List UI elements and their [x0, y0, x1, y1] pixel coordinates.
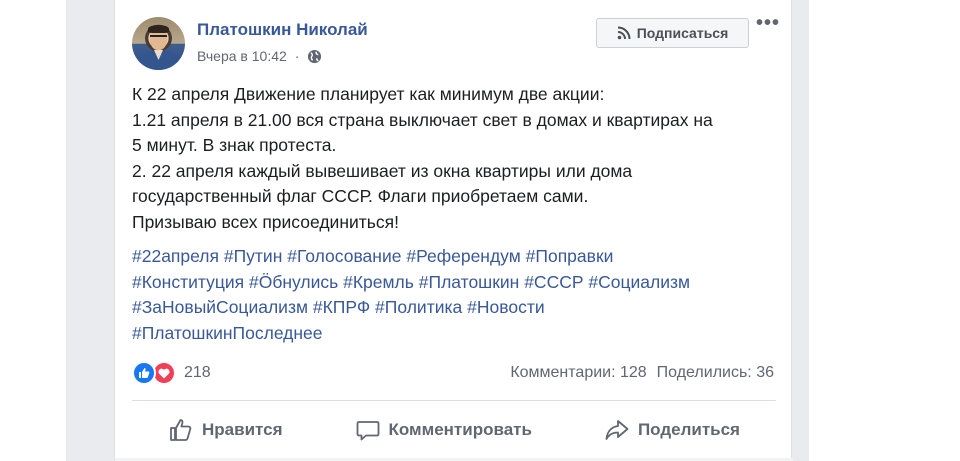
hashtag-link[interactable]: #Поправки	[526, 246, 614, 266]
post-stats: Комментарии: 128 Поделились: 36	[510, 364, 774, 382]
divider	[132, 400, 776, 401]
comment-icon	[356, 421, 379, 441]
hashtag-link[interactable]: #Ӧбнулись	[249, 272, 338, 292]
hashtag-link[interactable]: #КПРФ	[313, 297, 370, 317]
post-card: Платошкин Николай Вчера в 10:42 · Подпис…	[114, 0, 793, 461]
hashtag-link[interactable]: #Платошкин	[419, 272, 520, 292]
thumbs-up-icon	[170, 419, 192, 441]
share-button[interactable]: Поделиться	[604, 417, 740, 443]
like-label: Нравится	[202, 420, 283, 439]
hashtag-link[interactable]: #ЗаНовыйСоциализм	[132, 297, 308, 317]
post-line: 5 минут. В знак протеста.	[132, 135, 337, 155]
comments-count[interactable]: Комментарии: 128	[510, 364, 646, 382]
avatar[interactable]	[132, 17, 185, 70]
hashtag-link[interactable]: #Новости	[467, 297, 544, 317]
hashtag-link[interactable]: #Конституция	[132, 272, 244, 292]
hashtag-line: #ПлатошкинПоследнее	[132, 321, 782, 347]
hashtag-link[interactable]: #Социализм	[588, 272, 690, 292]
post-line: 1.21 апреля в 21.00 вся страна выключает…	[132, 109, 713, 130]
comment-label: Комментировать	[388, 420, 532, 439]
hashtag-line: #Конституция #Ӧбнулись #Кремль #Платошки…	[132, 270, 782, 296]
hashtag-link[interactable]: #Политика	[375, 297, 462, 317]
subscribe-label: Подписаться	[636, 25, 729, 41]
hashtag-link[interactable]: #ПлатошкинПоследнее	[132, 323, 323, 343]
post-meta: Вчера в 10:42 ·	[197, 48, 322, 64]
author-name[interactable]: Платошкин Николай	[197, 20, 368, 40]
hashtag-list: #22апреля #Путин #Голосование #Референду…	[132, 244, 782, 346]
post-line: 2. 22 апреля каждый вывешивает из окна к…	[132, 160, 633, 181]
subscribe-button[interactable]: Подписаться	[596, 18, 749, 48]
separator-dot: ·	[294, 48, 300, 64]
reaction-count: 218	[184, 364, 211, 381]
share-label: Поделиться	[637, 420, 740, 439]
hashtag-line: #22апреля #Путин #Голосование #Референду…	[132, 244, 782, 270]
post-text: К 22 апреля Движение планирует как миним…	[132, 82, 782, 235]
hashtag-line: #ЗаНовыйСоциализм #КПРФ #Политика #Новос…	[132, 295, 782, 321]
more-icon[interactable]: •••	[756, 13, 780, 36]
action-bar: Нравится Комментировать Поделиться	[132, 408, 776, 452]
like-button[interactable]: Нравится	[168, 417, 283, 443]
post-line: К 22 апреля Движение планирует как миним…	[132, 84, 605, 104]
page-background-left	[66, 0, 114, 461]
page-background-right	[792, 0, 809, 461]
like-reaction-icon	[132, 361, 156, 385]
post-line: государственный флаг СССР. Флаги приобре…	[132, 186, 589, 206]
hashtag-link[interactable]: #22апреля	[132, 246, 219, 266]
hashtag-link[interactable]: #Голосование	[287, 246, 401, 266]
comment-button[interactable]: Комментировать	[355, 417, 532, 443]
share-icon	[605, 420, 629, 440]
post-time[interactable]: Вчера в 10:42	[197, 48, 287, 64]
hashtag-link[interactable]: #СССР	[524, 272, 583, 292]
rss-icon	[617, 26, 631, 40]
post-line: Призываю всех присоединиться!	[132, 211, 399, 232]
reactions-summary[interactable]: 218	[132, 361, 211, 385]
hashtag-link[interactable]: #Референдум	[406, 246, 520, 266]
shares-count[interactable]: Поделились: 36	[657, 364, 774, 382]
hashtag-link[interactable]: #Кремль	[343, 272, 414, 292]
globe-icon[interactable]	[307, 49, 322, 64]
hashtag-link[interactable]: #Путин	[224, 246, 283, 266]
